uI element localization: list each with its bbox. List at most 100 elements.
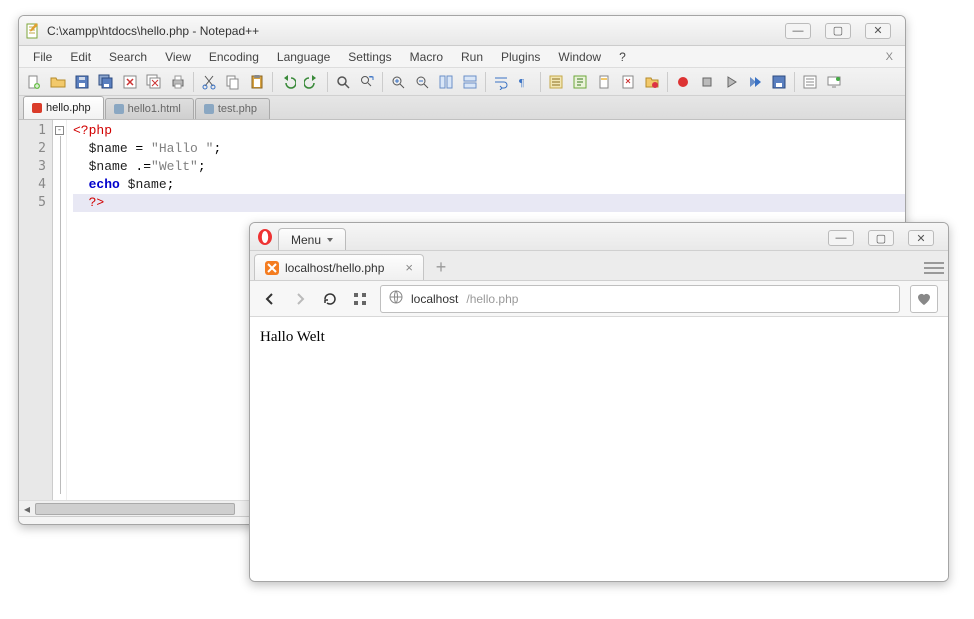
- url-path: /hello.php: [466, 292, 518, 306]
- menu-macro[interactable]: Macro: [402, 48, 451, 66]
- user-lang-icon[interactable]: [569, 71, 591, 93]
- code-token: ;: [213, 141, 221, 156]
- code-token: "Hallo ": [151, 141, 213, 156]
- menu-language[interactable]: Language: [269, 48, 338, 66]
- fold-toggle-icon[interactable]: -: [55, 126, 64, 135]
- cut-icon[interactable]: [198, 71, 220, 93]
- file-tab-label: test.php: [218, 103, 257, 115]
- doc-map-icon[interactable]: [593, 71, 615, 93]
- maximize-button[interactable]: ▢: [825, 23, 851, 39]
- menu-help[interactable]: ?: [611, 48, 634, 66]
- status-text: PHP Hypertext Preprocessor length : 59: [27, 522, 240, 526]
- menu-run[interactable]: Run: [453, 48, 491, 66]
- code-token: $name: [89, 141, 128, 156]
- play-macro-icon[interactable]: [720, 71, 742, 93]
- file-saved-icon: [114, 104, 124, 114]
- code-token: $name: [128, 177, 167, 192]
- find-icon[interactable]: [332, 71, 354, 93]
- back-button[interactable]: [260, 289, 280, 309]
- speed-dial-button[interactable]: [350, 289, 370, 309]
- scroll-left-icon[interactable]: ◂: [19, 501, 35, 517]
- menu-search[interactable]: Search: [101, 48, 155, 66]
- minimize-button[interactable]: —: [785, 23, 811, 39]
- code-token: ;: [167, 177, 175, 192]
- browser-menu-label: Menu: [291, 233, 321, 247]
- menu-window[interactable]: Window: [550, 48, 609, 66]
- close-button[interactable]: ✕: [865, 23, 891, 39]
- save-all-icon[interactable]: [95, 71, 117, 93]
- new-tab-button[interactable]: +: [430, 256, 452, 278]
- menu-settings[interactable]: Settings: [340, 48, 399, 66]
- menu-plugins[interactable]: Plugins: [493, 48, 548, 66]
- print-icon[interactable]: [167, 71, 189, 93]
- wordwrap-icon[interactable]: [490, 71, 512, 93]
- reload-button[interactable]: [320, 289, 340, 309]
- scrollbar-thumb[interactable]: [35, 503, 235, 515]
- folder-as-workspace-icon[interactable]: [641, 71, 663, 93]
- forward-button[interactable]: [290, 289, 310, 309]
- address-bar[interactable]: localhost/hello.php: [380, 285, 900, 313]
- copy-icon[interactable]: [222, 71, 244, 93]
- code-token: echo: [89, 177, 120, 192]
- browser-titlebar[interactable]: Menu — ▢ ✕: [250, 223, 948, 251]
- paste-icon[interactable]: [246, 71, 268, 93]
- record-macro-icon[interactable]: [672, 71, 694, 93]
- zoom-in-icon[interactable]: [387, 71, 409, 93]
- menubar-close-x[interactable]: X: [878, 49, 899, 65]
- run-multi-icon[interactable]: [744, 71, 766, 93]
- file-tab-hello1-html[interactable]: hello1.html: [105, 98, 194, 119]
- close-button[interactable]: ✕: [908, 230, 934, 246]
- code-token: <?php: [73, 123, 112, 138]
- menu-view[interactable]: View: [157, 48, 199, 66]
- notepad-toolbar: ¶: [19, 68, 905, 96]
- indent-guide-icon[interactable]: [545, 71, 567, 93]
- file-tab-label: hello1.html: [128, 103, 181, 115]
- close-all-icon[interactable]: [143, 71, 165, 93]
- sidebar-toggle-icon[interactable]: [924, 260, 944, 276]
- sync-h-icon[interactable]: [459, 71, 481, 93]
- code-token: ;: [198, 159, 206, 174]
- opera-logo-icon: [256, 228, 274, 246]
- minimize-button[interactable]: —: [828, 230, 854, 246]
- save-macro-icon[interactable]: [768, 71, 790, 93]
- code-token: [120, 177, 128, 192]
- notepad-menubar: File Edit Search View Encoding Language …: [19, 46, 905, 68]
- show-all-chars-icon[interactable]: ¶: [514, 71, 536, 93]
- new-file-icon[interactable]: [23, 71, 45, 93]
- undo-icon[interactable]: [277, 71, 299, 93]
- replace-icon[interactable]: [356, 71, 378, 93]
- tab-close-icon[interactable]: ×: [405, 260, 413, 275]
- notepad-window-controls: — ▢ ✕: [785, 23, 899, 39]
- browser-tab[interactable]: localhost/hello.php ×: [254, 254, 424, 280]
- zoom-out-icon[interactable]: [411, 71, 433, 93]
- xampp-favicon-icon: [265, 261, 279, 275]
- page-text: Hallo Welt: [260, 329, 325, 345]
- menu-edit[interactable]: Edit: [62, 48, 99, 66]
- line-number: 2: [19, 140, 46, 158]
- save-icon[interactable]: [71, 71, 93, 93]
- line-number-gutter: 1 2 3 4 5: [19, 120, 53, 500]
- svg-text:¶: ¶: [519, 77, 524, 89]
- site-info-icon[interactable]: [389, 290, 403, 307]
- browser-page-content[interactable]: Hallo Welt: [250, 317, 948, 581]
- menu-file[interactable]: File: [25, 48, 60, 66]
- stop-macro-icon[interactable]: [696, 71, 718, 93]
- notepad-titlebar[interactable]: C:\xampp\htdocs\hello.php - Notepad++ — …: [19, 16, 905, 46]
- browser-window: Menu — ▢ ✕ localhost/hello.php × + local…: [249, 222, 949, 582]
- browser-url-bar: localhost/hello.php: [250, 281, 948, 317]
- monitoring-icon[interactable]: [823, 71, 845, 93]
- file-tab-hello-php[interactable]: hello.php: [23, 96, 104, 119]
- sync-v-icon[interactable]: [435, 71, 457, 93]
- fold-column[interactable]: -: [53, 120, 67, 500]
- redo-icon[interactable]: [301, 71, 323, 93]
- file-tab-test-php[interactable]: test.php: [195, 98, 270, 119]
- browser-menu-button[interactable]: Menu: [278, 228, 346, 250]
- close-file-icon[interactable]: [119, 71, 141, 93]
- function-list-icon[interactable]: [617, 71, 639, 93]
- bookmark-button[interactable]: [910, 285, 938, 313]
- browser-tab-row: localhost/hello.php × +: [250, 251, 948, 281]
- open-file-icon[interactable]: [47, 71, 69, 93]
- maximize-button[interactable]: ▢: [868, 230, 894, 246]
- doc-switcher-icon[interactable]: [799, 71, 821, 93]
- menu-encoding[interactable]: Encoding: [201, 48, 267, 66]
